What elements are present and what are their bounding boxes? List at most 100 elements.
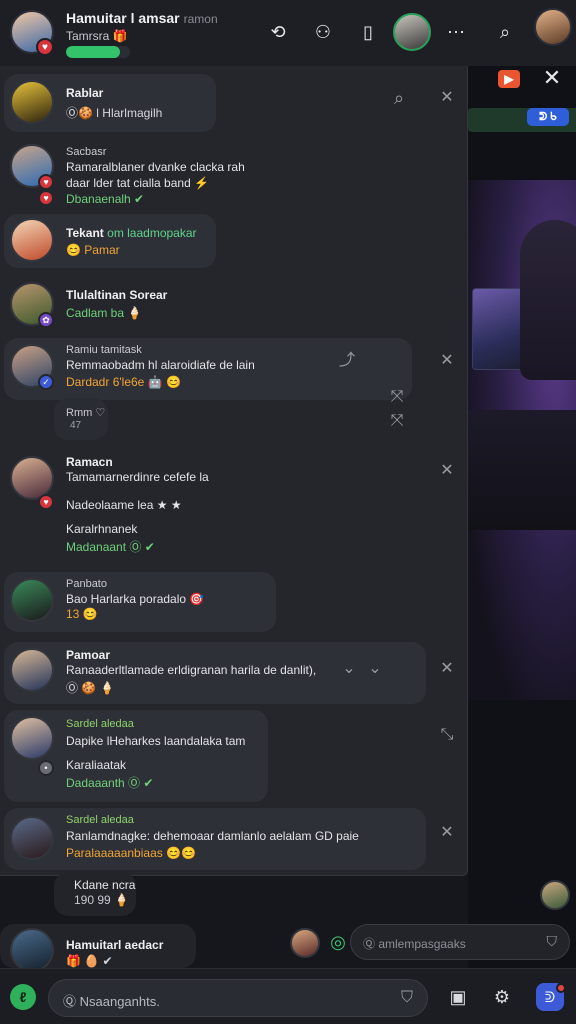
reaction-badge: • <box>38 760 54 776</box>
notification-text: daar lder tat cialla band ⚡ <box>66 176 210 190</box>
top-bar: ♥ Hamuitar l amsar ramon Tamrsra 🎁 ⟲ ⚇ ▯ … <box>0 0 576 66</box>
chat-message-meta: 🎁 🥚 ✔ <box>66 954 113 968</box>
reply-icon[interactable]: ⤴ <box>338 352 356 370</box>
notifications-panel: Rablar Ⓞ🍪 l Hlarlmagilh ⌕ ✕ ♥ ♥ Sacbasr … <box>0 66 468 876</box>
channel-title-suffix: ramon <box>183 12 218 26</box>
search-icon[interactable]: ⌕ <box>390 89 408 107</box>
notification-meta: 😊 Pamar <box>66 243 120 257</box>
avatar[interactable] <box>10 648 54 692</box>
shield-icon[interactable]: ⛉ <box>547 933 558 950</box>
live-icon[interactable]: ▶ <box>498 70 520 88</box>
chat-search-field[interactable]: Ⓠ amlempasgaaks ⛉ <box>350 924 570 960</box>
heart-icon: ♥ <box>38 494 54 510</box>
avatar[interactable] <box>10 816 54 860</box>
channel-progress-fill <box>66 46 121 58</box>
notification-card[interactable] <box>54 398 108 440</box>
notification-text: 47 <box>70 420 82 431</box>
avatar[interactable] <box>10 80 54 124</box>
notification-meta: Ⓞ 🍪 🍦 <box>66 681 115 695</box>
heart-icon: ♥ <box>36 38 54 56</box>
viewer-avatar[interactable] <box>290 928 320 958</box>
stream-pill[interactable]: ᕲ ᑲ <box>527 108 569 126</box>
people-icon[interactable]: ⚇ <box>311 20 335 44</box>
channel-subtitle: Tamrsra 🎁 <box>66 29 128 43</box>
app-root: ▶ ✕ ᕲ ᑲ ♥ Hamuitar l amsar ramon Tamrsra … <box>0 0 576 1024</box>
notification-name: Sacbasr <box>66 146 107 158</box>
close-icon[interactable]: ✕ <box>438 89 456 107</box>
notification-name: Sardel aledaa <box>66 718 134 730</box>
channel-title: Hamuitar l amsar ramon <box>66 10 218 26</box>
avatar[interactable] <box>10 218 54 262</box>
notification-text: Bao Harlarka poradalo 🎯 <box>66 592 205 606</box>
avatar[interactable] <box>10 716 54 760</box>
emoji-icon[interactable]: ◎ <box>326 930 350 954</box>
notification-meta: Paralaaaaanbiaas 😊😊 <box>66 846 196 860</box>
notification-meta: Dadaaanth Ⓞ ✔ <box>66 776 154 790</box>
search-icon[interactable]: ⌕ <box>493 20 517 44</box>
notification-name: Rmm ♡ <box>66 407 106 419</box>
notification-meta: Dardadr 6'le6e 🤖 😊 <box>66 375 181 389</box>
close-icon[interactable]: ✕ <box>438 824 456 842</box>
notification-text: Karalrhnanek <box>66 522 138 536</box>
channel-title-text: Hamuitar l amsar <box>66 10 180 26</box>
notification-name-text: Tekant <box>66 226 104 240</box>
notification-text: Dapike lHeharkes laandalaka tam <box>66 734 246 748</box>
avatar[interactable] <box>10 578 54 622</box>
message-input[interactable]: Ⓠ Nsaanganhts. ⛉ <box>48 979 428 1017</box>
notification-meta: Dbanaenalh ✔ <box>66 192 145 206</box>
streamer-figure <box>520 220 576 380</box>
stream-close-icon[interactable]: ✕ <box>540 66 564 90</box>
close-icon[interactable]: ✕ <box>438 462 456 480</box>
square-icon[interactable]: ▣ <box>446 985 470 1009</box>
notification-meta: Cadlam ba 🍦 <box>66 306 143 320</box>
heart-icon: ♥ <box>38 174 54 190</box>
notification-text: Karaliaatak <box>66 758 127 772</box>
notification-text: Ranaaderltlamade erldigranan harila de d… <box>66 663 317 677</box>
notification-text: Remmaobadm hl alaroidiafe de lain <box>66 358 255 372</box>
chevron-down-icon[interactable]: ⌄ <box>340 660 358 678</box>
notification-name: Tlulaltinan Sorear <box>66 288 168 302</box>
chevron-down-icon[interactable]: ⌄ <box>366 660 384 678</box>
gear-icon[interactable]: ⚙ <box>490 985 514 1009</box>
reaction-badge: ✿ <box>38 312 54 328</box>
collapse-icon[interactable]: ⤡ <box>438 726 456 744</box>
viewer-avatar[interactable] <box>540 880 570 910</box>
notification-meta: 13 😊 <box>66 607 98 621</box>
expand-icon[interactable]: ⤧ <box>388 412 406 430</box>
shield-icon[interactable]: ⛉ <box>401 989 413 1007</box>
notification-dot <box>556 983 566 993</box>
chat-message-name: Hamuitarl aedacr <box>66 938 164 952</box>
battery-icon[interactable]: ▯ <box>356 20 380 44</box>
chat-message-name: Kdane ncra <box>74 878 136 892</box>
avatar[interactable] <box>10 928 54 972</box>
notification-name: Panbato <box>66 578 107 590</box>
notification-name: Sardel aledaa <box>66 814 134 826</box>
notification-name: Ramacn <box>66 455 113 469</box>
close-icon[interactable]: ✕ <box>438 352 456 370</box>
reaction-badge: ♥ <box>38 190 54 206</box>
reaction-badge: ✓ <box>38 374 54 390</box>
notification-name: Pamoar <box>66 648 111 662</box>
notification-name-suffix: om laadmopakar <box>107 226 197 240</box>
notification-meta: Madanaant Ⓞ ✔ <box>66 540 155 554</box>
guest-avatar[interactable] <box>393 13 431 51</box>
notification-name: Ramiu tamitask <box>66 344 142 356</box>
message-input-placeholder: Ⓠ Nsaanganhts. <box>63 994 160 1009</box>
notification-text: Ranlamdnagke: dehemoaar damlanlo aelalam… <box>66 829 359 843</box>
chat-message-meta: 190 99 🍦 <box>74 893 129 907</box>
mic-button[interactable]: ℓ <box>10 984 36 1010</box>
notification-text: Ramaralblaner dvanke clacka rah <box>66 160 245 174</box>
more-icon[interactable]: ⋯ <box>444 20 468 44</box>
close-icon[interactable]: ✕ <box>438 660 456 678</box>
notification-text: Nadeolaame lea ★ ★ <box>66 498 182 512</box>
channel-progress-bar <box>66 46 130 58</box>
chat-search-placeholder: Ⓠ amlempasgaaks <box>363 937 466 951</box>
notification-text: Tamamarnerdinre cefefe la <box>66 470 209 484</box>
channel-subtitle-text: Tamrsra <box>66 29 110 43</box>
notification-name: Rablar <box>66 86 104 100</box>
collapse-icon[interactable]: ⤧ <box>388 388 406 406</box>
my-avatar[interactable] <box>534 8 572 46</box>
stream-desk <box>468 410 576 530</box>
gift-icon: 🎁 <box>112 29 128 43</box>
share-icon[interactable]: ⟲ <box>266 20 290 44</box>
